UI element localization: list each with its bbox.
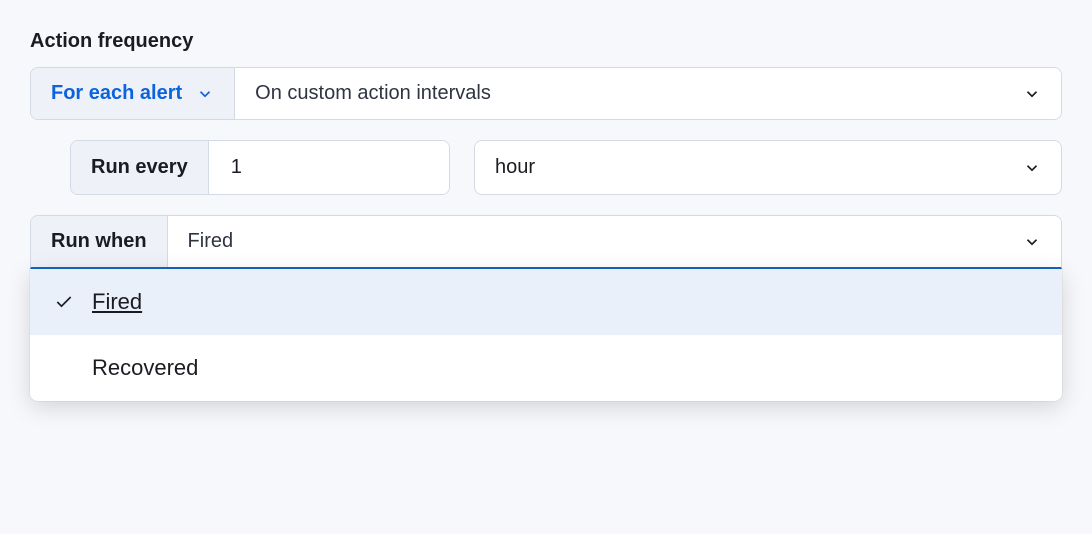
- scope-select[interactable]: For each alert: [31, 68, 235, 119]
- run-when-select[interactable]: Fired: [168, 216, 1061, 267]
- run-when-option-fired[interactable]: Fired: [30, 269, 1062, 335]
- run-every-unit-select[interactable]: hour: [474, 140, 1062, 195]
- run-when-value: Fired: [188, 230, 234, 253]
- option-label: Recovered: [92, 355, 198, 381]
- run-every-input-wrap: [209, 141, 449, 194]
- frequency-row: For each alert On custom action interval…: [30, 67, 1062, 120]
- run-when-group: Run when Fired: [30, 215, 1062, 269]
- chevron-down-icon: [1023, 159, 1041, 177]
- scope-select-label: For each alert: [51, 82, 182, 105]
- chevron-down-icon: [1023, 233, 1041, 251]
- run-every-input[interactable]: [229, 155, 429, 180]
- run-when-dropdown: Fired Recovered: [30, 269, 1062, 401]
- chevron-down-icon: [196, 85, 214, 103]
- option-label: Fired: [92, 289, 142, 315]
- check-icon: [54, 292, 74, 312]
- run-every-unit-value: hour: [495, 156, 535, 179]
- interval-mode-select[interactable]: On custom action intervals: [235, 68, 1061, 119]
- chevron-down-icon: [1023, 85, 1041, 103]
- run-every-group: Run every: [70, 140, 450, 195]
- section-title: Action frequency: [30, 30, 1062, 53]
- run-when-option-recovered[interactable]: Recovered: [30, 335, 1062, 401]
- run-every-label: Run every: [71, 141, 209, 194]
- interval-mode-value: On custom action intervals: [255, 82, 491, 105]
- run-when-label: Run when: [31, 216, 168, 267]
